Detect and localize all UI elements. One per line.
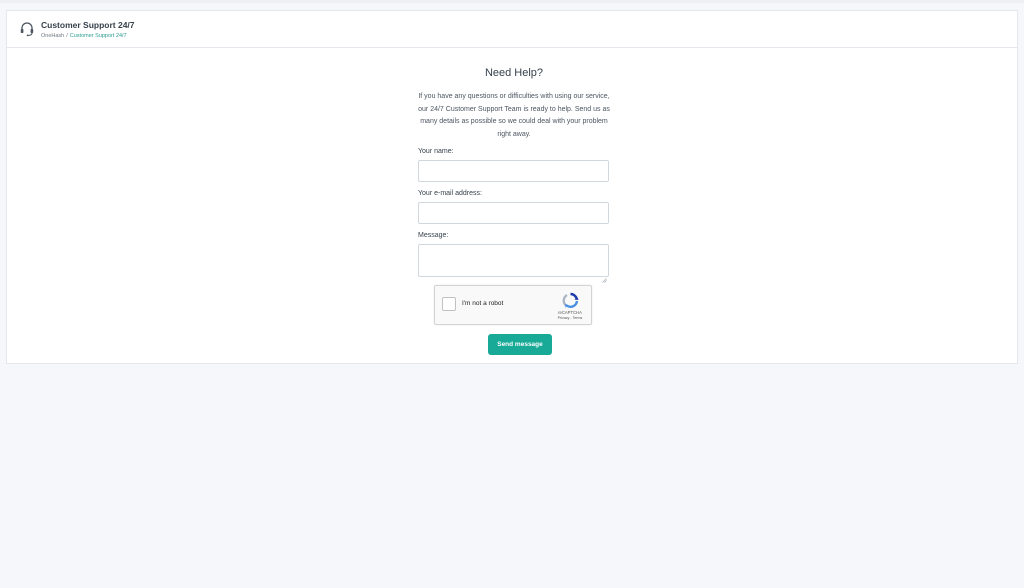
recaptcha-widget: I'm not a robot reCAPTCHA Privacy - Term…	[434, 285, 592, 325]
recaptcha-privacy-terms-links[interactable]: Privacy - Terms	[553, 316, 587, 320]
name-input[interactable]	[418, 160, 609, 182]
breadcrumb-home-link[interactable]: OneHash	[41, 33, 64, 39]
page-header: Customer Support 24/7 OneHash / Customer S…	[6, 10, 1018, 48]
recaptcha-label: I'm not a robot	[462, 300, 504, 307]
breadcrumb-current-link[interactable]: Customer Support 24/7	[70, 33, 127, 39]
form-intro-text: If you have any questions or difficultie…	[418, 93, 610, 138]
top-strip	[0, 0, 1024, 3]
recaptcha-logo-icon	[562, 292, 579, 309]
form-heading: Need Help?	[484, 67, 544, 79]
name-label: Your name:	[418, 148, 454, 155]
page-title: Customer Support 24/7	[41, 20, 135, 30]
email-label: Your e-mail address:	[418, 190, 482, 197]
resize-grip-icon[interactable]	[602, 270, 607, 283]
send-message-button[interactable]: Send message	[488, 334, 552, 355]
breadcrumb-separator: /	[66, 33, 68, 39]
headset-icon	[19, 21, 35, 37]
recaptcha-brand: reCAPTCHA	[558, 310, 582, 315]
support-form-card: Need Help? If you have any questions or …	[6, 48, 1018, 364]
recaptcha-checkbox[interactable]	[442, 297, 456, 311]
message-label: Message:	[418, 232, 449, 239]
message-textarea[interactable]	[418, 244, 609, 283]
email-input[interactable]	[418, 202, 609, 224]
breadcrumb: OneHash / Customer Support 24/7	[41, 33, 127, 39]
